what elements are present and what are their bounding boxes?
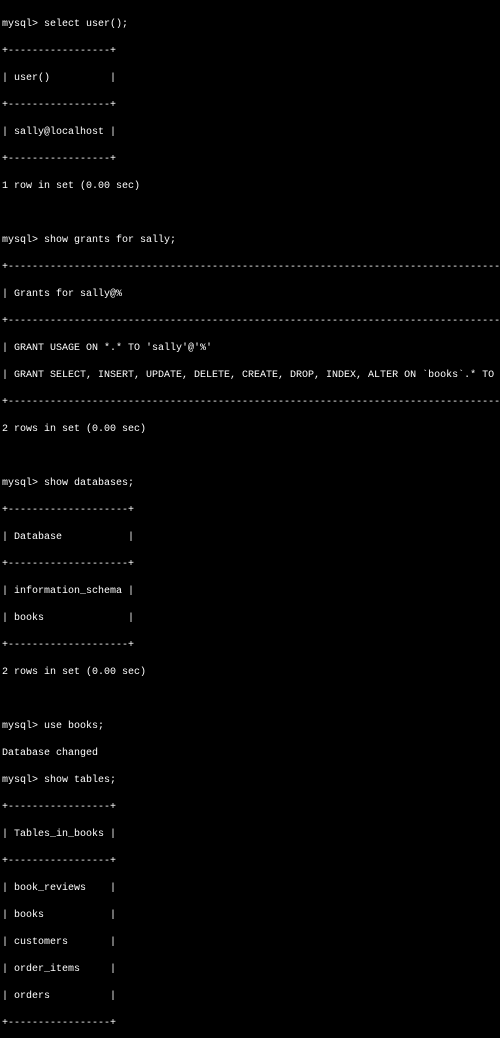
table-header: | user() | xyxy=(2,72,498,86)
table-row: | GRANT USAGE ON *.* TO 'sally'@'%' | xyxy=(2,342,498,356)
cmd-line[interactable]: mysql> show grants for sally; xyxy=(2,234,498,248)
table-row: | sally@localhost | xyxy=(2,126,498,140)
table-header: | Database | xyxy=(2,531,498,545)
cmd-line[interactable]: mysql> show databases; xyxy=(2,477,498,491)
table-border: +---------------------------------------… xyxy=(2,315,498,329)
table-row: | books | xyxy=(2,612,498,626)
table-border: +--------------------+ xyxy=(2,504,498,518)
table-border: +---------------------------------------… xyxy=(2,396,498,410)
table-header: | Grants for sally@% | xyxy=(2,288,498,302)
table-row: | order_items | xyxy=(2,963,498,977)
table-row: | books | xyxy=(2,909,498,923)
table-row: | customers | xyxy=(2,936,498,950)
cmd-line[interactable]: mysql> select user(); xyxy=(2,18,498,32)
cmd-show-databases: show databases; xyxy=(44,478,134,489)
cmd-show-tables: show tables; xyxy=(44,775,116,786)
table-row: | book_reviews | xyxy=(2,882,498,896)
result-text: Database changed xyxy=(2,747,498,761)
cmd-line[interactable]: mysql> show tables; xyxy=(2,774,498,788)
result-footer: 2 rows in set (0.00 sec) xyxy=(2,423,498,437)
table-border: +---------------------------------------… xyxy=(2,261,498,275)
table-row: | orders | xyxy=(2,990,498,1004)
mysql-prompt: mysql> xyxy=(2,235,44,246)
table-border: +-----------------+ xyxy=(2,99,498,113)
terminal-output: mysql> select user(); +-----------------… xyxy=(0,0,500,1038)
result-footer: 2 rows in set (0.00 sec) xyxy=(2,666,498,680)
table-border: +-----------------+ xyxy=(2,855,498,869)
table-row: | information_schema | xyxy=(2,585,498,599)
table-border: +-----------------+ xyxy=(2,1017,498,1031)
mysql-prompt: mysql> xyxy=(2,721,44,732)
table-header: | Tables_in_books | xyxy=(2,828,498,842)
mysql-prompt: mysql> xyxy=(2,19,44,30)
table-border: +-----------------+ xyxy=(2,45,498,59)
result-footer: 1 row in set (0.00 sec) xyxy=(2,180,498,194)
table-row: | GRANT SELECT, INSERT, UPDATE, DELETE, … xyxy=(2,369,498,383)
cmd-show-grants: show grants for sally; xyxy=(44,235,176,246)
table-border: +-----------------+ xyxy=(2,153,498,167)
table-border: +--------------------+ xyxy=(2,639,498,653)
mysql-prompt: mysql> xyxy=(2,775,44,786)
cmd-select-user: select user(); xyxy=(44,19,128,30)
table-border: +-----------------+ xyxy=(2,801,498,815)
cmd-line[interactable]: mysql> use books; xyxy=(2,720,498,734)
mysql-prompt: mysql> xyxy=(2,478,44,489)
cmd-use-books: use books; xyxy=(44,721,104,732)
table-border: +--------------------+ xyxy=(2,558,498,572)
